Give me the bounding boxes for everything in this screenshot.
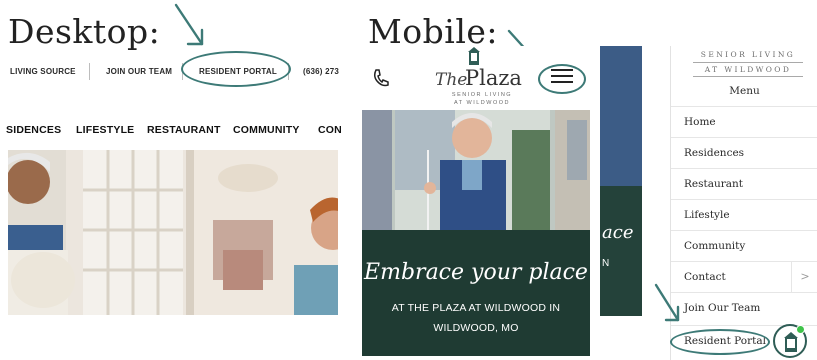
menu-item-label: Join Our Team	[684, 302, 761, 314]
hero-heading: Embrace your place	[364, 260, 588, 285]
logo-plaza: Plaza	[465, 66, 522, 90]
menu-item-label: Home	[684, 116, 716, 128]
mobile-menu-drawer: SENIOR LIVING AT WILDWOOD Menu Home Resi…	[670, 46, 817, 360]
nav-living-source[interactable]: LIVING SOURCE	[10, 67, 76, 76]
lantern-icon	[784, 332, 798, 352]
nav-divider	[89, 63, 90, 80]
main-nav-restaurant[interactable]: RESTAURANT	[147, 124, 221, 136]
menu-item-label: Residences	[684, 147, 745, 159]
main-nav-residences[interactable]: SIDENCES	[6, 124, 61, 136]
desktop-label: Desktop:	[8, 12, 161, 51]
menu-item-label: Contact	[684, 271, 726, 283]
menu-item-label: Community	[684, 240, 746, 252]
menu-item-label: Restaurant	[684, 178, 744, 190]
hero-subtitle-line-2: WILDWOOD, MO	[433, 322, 519, 334]
mobile-background-screen: ace N	[600, 46, 642, 356]
menu-item-restaurant[interactable]: Restaurant	[671, 168, 817, 199]
background-hero-subtext: N	[602, 258, 610, 269]
menu-title: Menu	[729, 85, 760, 97]
lantern-icon	[468, 47, 480, 65]
menu-button-highlight	[538, 64, 586, 94]
arrow-to-resident-portal-menu-icon	[654, 283, 680, 322]
logo-the: The	[435, 70, 468, 90]
menu-brand-line-2: AT WILDWOOD	[693, 62, 803, 77]
desktop-hero-photo	[8, 150, 338, 315]
phone-icon[interactable]	[372, 68, 390, 88]
menu-item-contact[interactable]: Contact >	[671, 261, 817, 292]
menu-item-community[interactable]: Community	[671, 230, 817, 261]
mobile-hero-photo	[362, 110, 590, 235]
background-hero-text: ace	[602, 222, 634, 243]
menu-item-residences[interactable]: Residences	[671, 137, 817, 168]
logo-subline-1: SENIOR LIVING	[451, 92, 513, 98]
hero-subtitle-line-1: AT THE PLAZA AT WILDWOOD IN	[391, 302, 561, 314]
resident-portal-highlight	[181, 51, 291, 87]
chevron-right-icon[interactable]: >	[791, 262, 817, 292]
menu-item-home[interactable]: Home	[671, 106, 817, 137]
desktop-main-nav: SIDENCES LIFESTYLE RESTAURANT COMMUNITY …	[0, 122, 342, 140]
main-nav-contact[interactable]: CON	[318, 124, 342, 136]
mobile-hero: Embrace your place AT THE PLAZA AT WILDW…	[362, 110, 590, 356]
menu-item-label: Lifestyle	[684, 209, 730, 221]
main-nav-community[interactable]: COMMUNITY	[233, 124, 300, 136]
menu-brand-line-1: SENIOR LIVING	[700, 50, 796, 59]
resident-portal-menu-highlight	[670, 329, 770, 355]
nav-phone[interactable]: (636) 273	[303, 67, 339, 76]
menu-item-join-our-team[interactable]: Join Our Team	[671, 292, 817, 323]
logo-subline-2: AT WILDWOOD	[453, 100, 511, 106]
hero-subtitle: AT THE PLAZA AT WILDWOOD IN WILDWOOD, MO	[372, 298, 580, 338]
nav-join-our-team[interactable]: JOIN OUR TEAM	[106, 67, 172, 76]
arrow-to-resident-portal-icon	[174, 3, 204, 46]
online-status-dot	[796, 325, 805, 334]
main-nav-lifestyle[interactable]: LIFESTYLE	[76, 124, 134, 136]
menu-item-lifestyle[interactable]: Lifestyle	[671, 199, 817, 230]
